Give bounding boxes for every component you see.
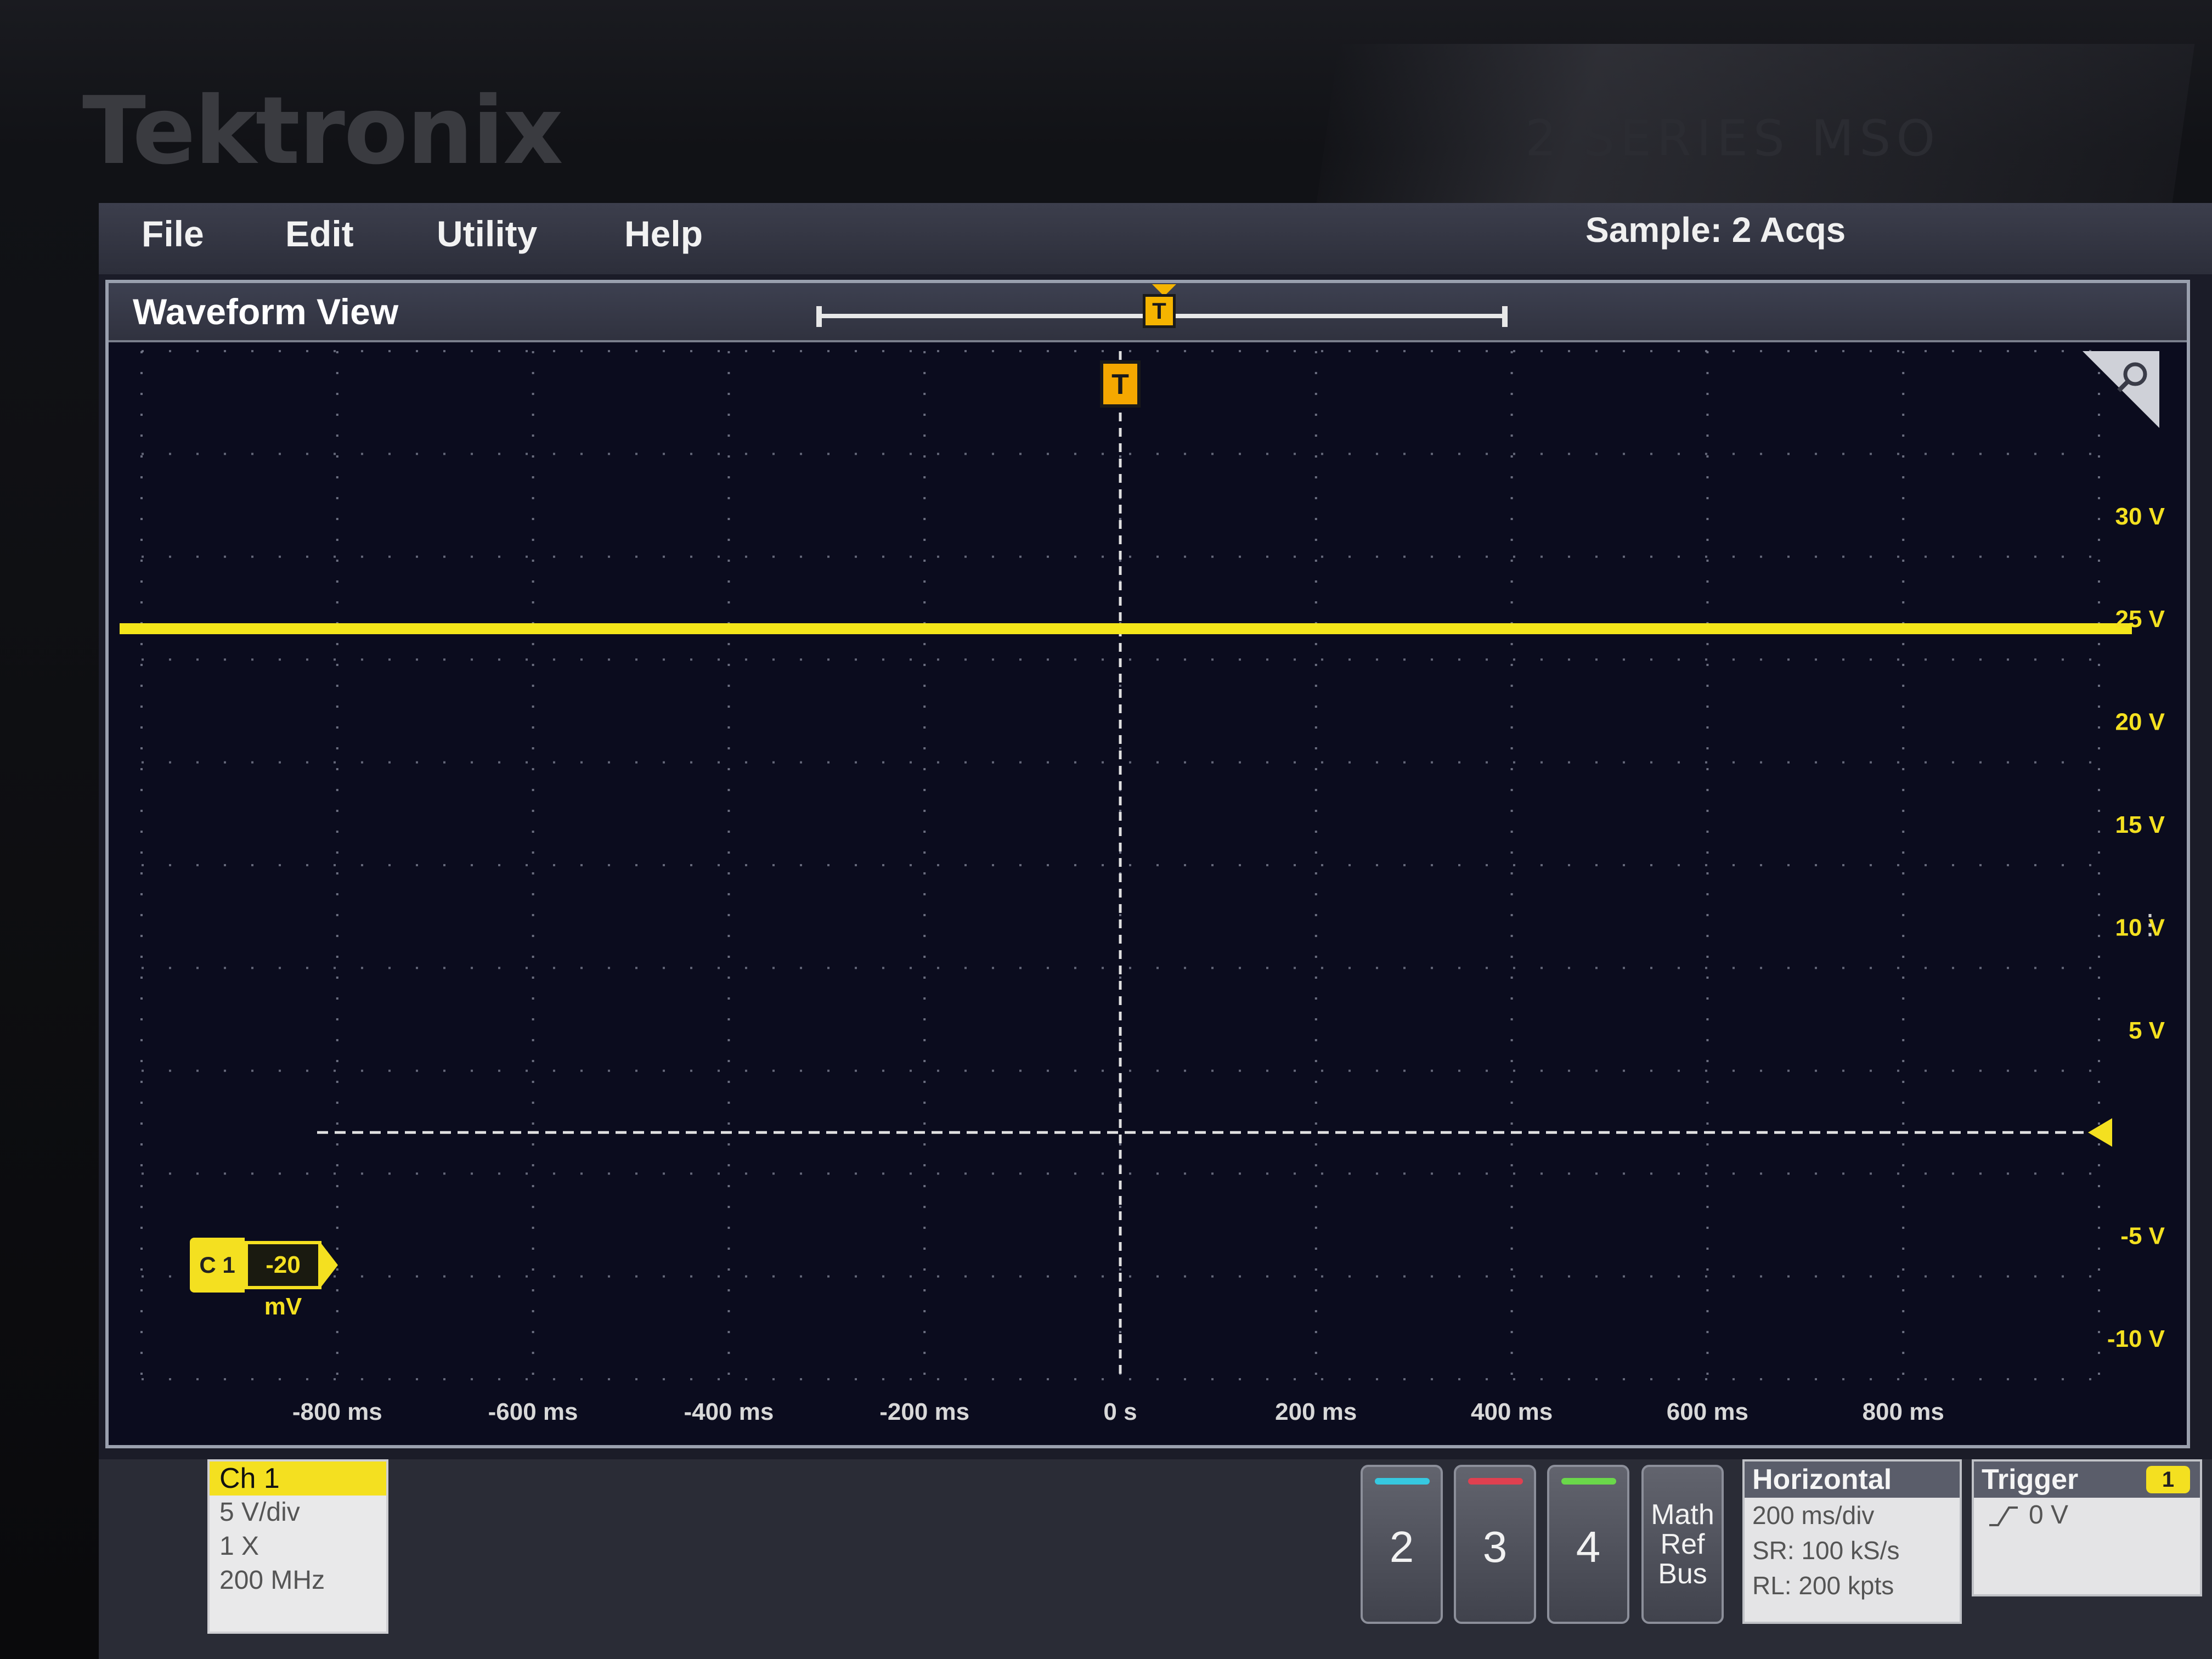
ch1-probe-attenuation: 1 X [219,1532,259,1561]
x-axis-tick-label: -600 ms [488,1398,578,1425]
waveform-view-title: Waveform View [133,291,399,332]
trigger-position-marker[interactable]: T [1143,294,1176,328]
badge-bar: Ch 1 5 V/div 1 X 200 MHz 2 3 4 Math Ref … [99,1459,2212,1659]
series-label: 2 SERIES MSO [1525,110,1941,167]
svg-text:T: T [1111,369,1129,400]
menu-help[interactable]: Help [624,213,703,255]
horizontal-badge-title: Horizontal [1745,1462,1960,1498]
ch2-color-stripe [1375,1478,1430,1485]
trigger-level-row: 0 V [1974,1498,2200,1533]
y-axis-tick-label: -5 V [2120,1223,2165,1250]
y-axis-tick-label: 5 V [2129,1017,2165,1044]
x-axis-tick-label: 200 ms [1275,1398,1357,1425]
ch3-color-stripe [1468,1478,1523,1485]
ch1-ground-marker[interactable]: C 1 -20 mV [190,1238,338,1320]
horizontal-scale: 200 ms/div [1752,1501,1875,1530]
ref-label: Ref [1660,1528,1705,1560]
waveform-view-header: Waveform View T [109,283,2187,342]
graticule: T30 V25 V20 V15 V10 V5 V-5 V-10 V-800 ms… [120,350,2165,1425]
ch3-button[interactable]: 3 [1454,1465,1536,1624]
horizontal-badge[interactable]: Horizontal 200 ms/div SR: 100 kS/s RL: 2… [1742,1459,1962,1624]
x-axis-tick-label: 800 ms [1863,1398,1944,1425]
x-axis-tick-label: -800 ms [292,1398,382,1425]
y-axis-tick-label: 30 V [2115,503,2165,530]
sample-rate: SR: 100 kS/s [1752,1536,1900,1565]
zoom-icon[interactable] [2083,351,2159,428]
menu-edit[interactable]: Edit [285,213,354,255]
ch1-marker-arrow-icon [319,1241,338,1289]
bus-label: Bus [1658,1558,1707,1590]
x-axis-tick-label: 0 s [1103,1398,1137,1425]
ch1-vertical-scale: 5 V/div [219,1498,300,1527]
x-axis-tick-label: 400 ms [1471,1398,1553,1425]
ch1-marker-label: C 1 [190,1238,245,1293]
ch1-bandwidth: 200 MHz [219,1566,325,1595]
menu-file[interactable]: File [142,213,204,255]
waveform-view[interactable]: Waveform View T T 30 V 25 V 20 V 15 V 10 V5 V… [105,280,2190,1448]
acquisition-status[interactable]: Sample: 2 Acqs [1585,210,1846,250]
ch1-badge-title: Ch 1 [210,1462,386,1496]
trigger-badge[interactable]: Trigger 1 0 V [1972,1459,2202,1596]
ch2-button[interactable]: 2 [1361,1465,1443,1624]
record-length: RL: 200 kpts [1752,1571,1894,1600]
x-axis-tick-label: -200 ms [879,1398,969,1425]
trigger-badge-title: Trigger [1982,1464,2079,1496]
ch1-waveform-trace [120,623,2132,634]
ch2-button-label: 2 [1389,1522,1414,1571]
more-options-icon[interactable]: ⋮ [2136,911,2164,938]
trigger-level: 0 V [2029,1500,2069,1530]
y-axis-tick-label: 25 V [2115,606,2165,633]
x-axis-tick-label: -400 ms [684,1398,774,1425]
menu-bar: File Edit Utility Help Sample: 2 Acqs [99,203,2212,274]
y-axis-tick-label: -10 V [2107,1325,2165,1352]
y-axis-tick-label: 15 V [2115,811,2165,838]
y-axis-tick-label: 20 V [2115,709,2165,736]
math-ref-bus-button[interactable]: Math Ref Bus [1641,1465,1724,1624]
ch1-offset-value: -20 mV [245,1241,321,1320]
scope-screen: File Edit Utility Help Sample: 2 Acqs Wa… [99,203,2212,1659]
ch3-button-label: 3 [1482,1522,1508,1571]
menu-utility[interactable]: Utility [437,213,537,255]
trigger-source: 1 [2146,1466,2190,1493]
brand-logo: Tektronix [82,77,563,185]
ch1-badge[interactable]: Ch 1 5 V/div 1 X 200 MHz [207,1459,388,1634]
ch4-color-stripe [1561,1478,1616,1485]
trigger-marker-icon[interactable]: T [1100,360,1141,408]
rising-edge-icon [1989,1506,2018,1526]
trigger-badge-header: Trigger 1 [1974,1462,2200,1498]
ch4-button-label: 4 [1576,1522,1601,1571]
x-axis-tick-label: 600 ms [1667,1398,1748,1425]
math-label: Math [1651,1499,1714,1531]
ch4-button[interactable]: 4 [1547,1465,1629,1624]
